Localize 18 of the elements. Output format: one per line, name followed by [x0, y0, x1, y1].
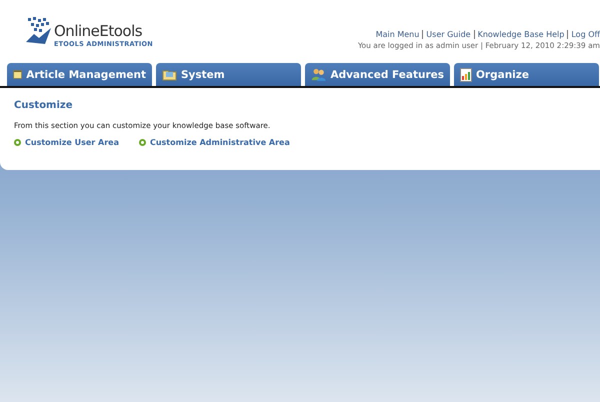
notepad-icon — [13, 68, 22, 81]
nav-tab[interactable]: System — [156, 63, 301, 86]
bullet-icon — [138, 139, 146, 146]
folder-icon — [162, 68, 177, 81]
header-link[interactable]: Main Menu — [376, 30, 420, 39]
users-icon — [311, 67, 326, 82]
section-link[interactable]: Customize User Area — [14, 138, 119, 147]
nav-tab[interactable]: Article Management — [7, 63, 152, 86]
logo-name: OnlineEtools — [54, 22, 144, 40]
section-link[interactable]: Customize Administrative Area — [138, 138, 290, 147]
bullet-icon — [14, 139, 21, 146]
nav-tab[interactable]: Advanced Features — [305, 63, 450, 86]
chart-icon — [460, 68, 472, 82]
header-link[interactable]: Log Off — [571, 30, 600, 39]
header-link[interactable]: User Guide — [426, 30, 471, 39]
section-title: Customize — [14, 100, 74, 111]
header-link[interactable]: Knowledge Base Help — [478, 30, 564, 39]
nav-tab[interactable]: Organize — [454, 63, 599, 86]
